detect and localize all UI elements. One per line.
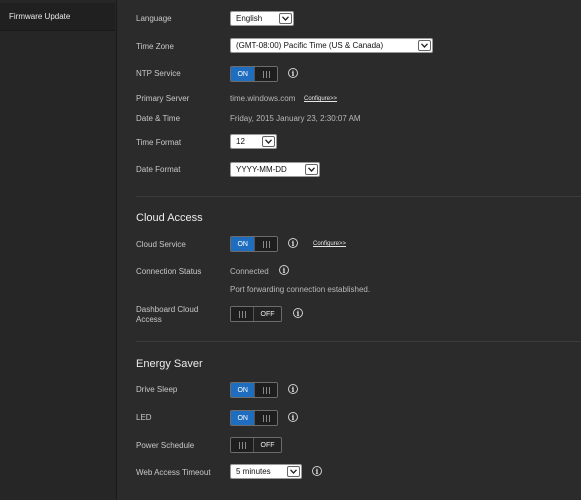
date-format-value: YYYY-MM-DD xyxy=(236,165,287,174)
cloud-access-title: Cloud Access xyxy=(136,212,203,224)
info-icon[interactable]: i xyxy=(288,412,298,422)
cloud-service-label: Cloud Service xyxy=(136,240,186,249)
date-format-label: Date Format xyxy=(136,165,181,174)
date-time-label: Date & Time xyxy=(136,114,181,123)
cloud-service-toggle[interactable]: ON xyxy=(230,236,278,252)
web-access-timeout-label: Web Access Timeout xyxy=(136,468,211,477)
toggle-on-label: ON xyxy=(231,411,255,425)
connection-status-detail: Port forwarding connection established. xyxy=(230,285,371,294)
power-schedule-toggle[interactable]: OFF xyxy=(230,437,282,453)
date-format-select[interactable]: YYYY-MM-DD xyxy=(230,162,320,177)
toggle-off-label: OFF xyxy=(254,438,281,452)
toggle-off-label: OFF xyxy=(254,307,281,321)
chevron-down-icon xyxy=(287,466,300,477)
toggle-on-label: ON xyxy=(231,237,255,251)
chevron-down-icon xyxy=(262,136,275,147)
sidebar: Firmware Update xyxy=(0,0,117,500)
primary-server-value: time.windows.com xyxy=(230,94,296,103)
time-format-label: Time Format xyxy=(136,138,182,147)
ntp-service-label: NTP Service xyxy=(136,69,181,78)
drive-sleep-toggle[interactable]: ON xyxy=(230,382,278,398)
primary-server-configure-link[interactable]: Configure>> xyxy=(304,96,337,102)
web-access-timeout-select[interactable]: 5 minutes xyxy=(230,464,302,479)
connection-status-label: Connection Status xyxy=(136,267,202,276)
web-access-timeout-value: 5 minutes xyxy=(236,467,271,476)
language-select[interactable]: English xyxy=(230,11,294,26)
settings-panel: Language English Time Zone (GMT-08:00) P… xyxy=(116,0,581,500)
time-zone-value: (GMT-08:00) Pacific Time (US & Canada) xyxy=(236,41,384,50)
energy-saver-title: Energy Saver xyxy=(136,358,203,370)
grip-icon xyxy=(231,438,255,452)
cloud-service-configure-link[interactable]: Configure>> xyxy=(313,241,346,247)
led-toggle[interactable]: ON xyxy=(230,410,278,426)
connection-status-value: Connected xyxy=(230,267,269,276)
chevron-down-icon xyxy=(305,164,318,175)
info-icon[interactable]: i xyxy=(288,68,298,78)
time-format-value: 12 xyxy=(236,137,245,146)
toggle-on-label: ON xyxy=(231,383,255,397)
ntp-service-toggle[interactable]: ON xyxy=(230,66,278,82)
section-divider xyxy=(136,196,581,197)
dashboard-cloud-access-label-line1: Dashboard Cloud xyxy=(136,305,199,314)
dashboard-cloud-access-label-line2: Access xyxy=(136,315,162,324)
info-icon[interactable]: i xyxy=(279,265,289,275)
language-label: Language xyxy=(136,14,172,23)
grip-icon xyxy=(254,237,277,251)
sidebar-item-firmware-update[interactable]: Firmware Update xyxy=(0,3,115,31)
chevron-down-icon xyxy=(418,40,431,51)
power-schedule-label: Power Schedule xyxy=(136,441,195,450)
dashboard-cloud-access-toggle[interactable]: OFF xyxy=(230,306,282,322)
grip-icon xyxy=(254,383,277,397)
section-divider xyxy=(136,341,581,342)
toggle-on-label: ON xyxy=(231,67,255,81)
date-time-value: Friday, 2015 January 23, 2:30:07 AM xyxy=(230,114,361,123)
drive-sleep-label: Drive Sleep xyxy=(136,385,178,394)
language-value: English xyxy=(236,14,263,23)
grip-icon xyxy=(231,307,255,321)
grip-icon xyxy=(254,67,277,81)
led-label: LED xyxy=(136,413,152,422)
grip-icon xyxy=(254,411,277,425)
time-format-select[interactable]: 12 xyxy=(230,134,277,149)
time-zone-label: Time Zone xyxy=(136,42,174,51)
primary-server-label: Primary Server xyxy=(136,94,190,103)
info-icon[interactable]: i xyxy=(293,308,303,318)
info-icon[interactable]: i xyxy=(288,384,298,394)
chevron-down-icon xyxy=(279,13,292,24)
info-icon[interactable]: i xyxy=(288,238,298,248)
info-icon[interactable]: i xyxy=(312,466,322,476)
time-zone-select[interactable]: (GMT-08:00) Pacific Time (US & Canada) xyxy=(230,38,433,53)
